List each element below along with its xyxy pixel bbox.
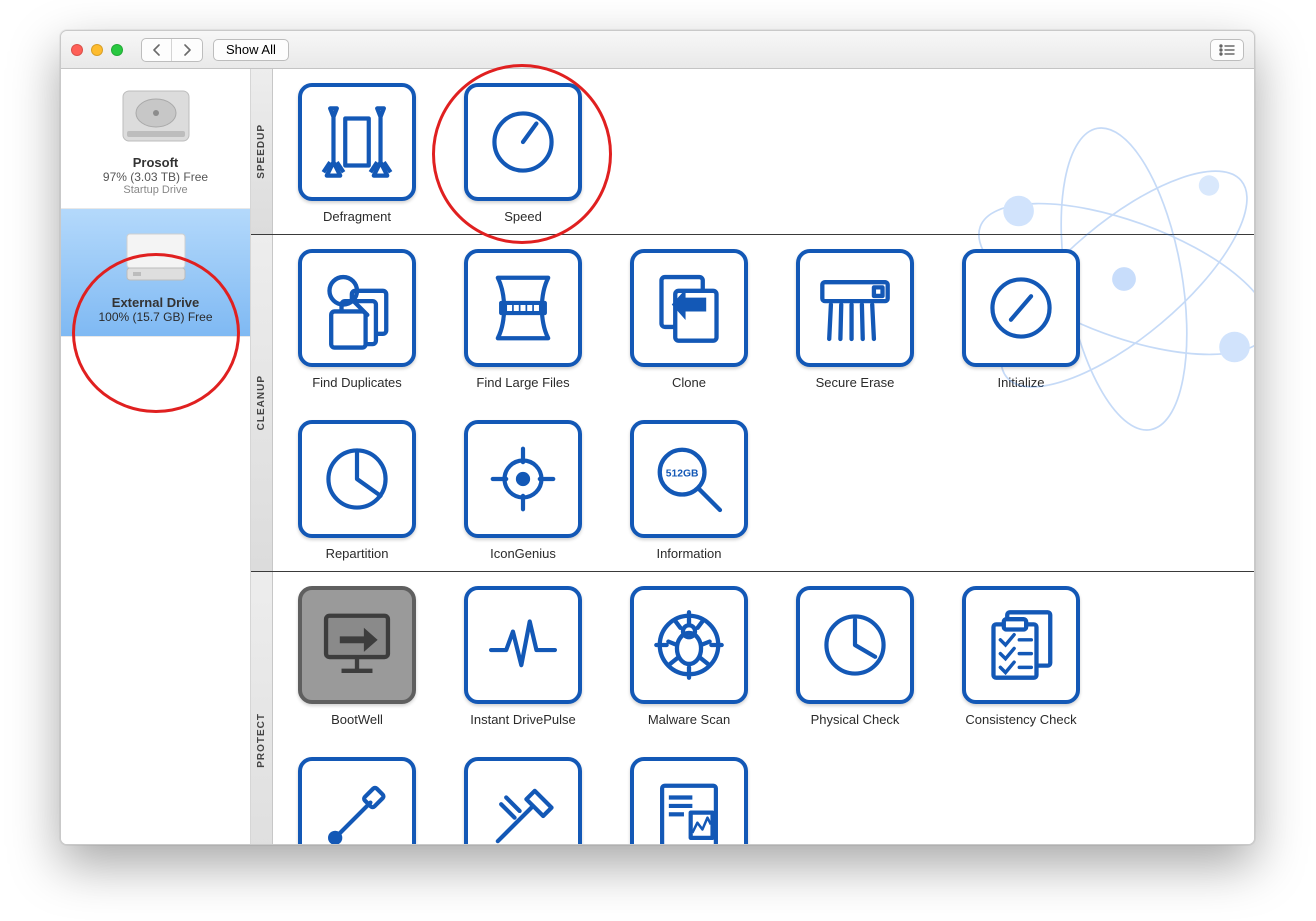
minimize-window-button[interactable] (91, 44, 103, 56)
tool-repair[interactable]: Repair (295, 757, 419, 844)
tool-drivepulse[interactable]: Instant DrivePulse (461, 586, 585, 727)
pulse-icon (464, 586, 582, 704)
tool-cons-check[interactable]: Consistency Check (959, 586, 1083, 727)
report-icon (630, 757, 748, 844)
tool-malware[interactable]: Malware Scan (627, 586, 751, 727)
tool-initialize[interactable]: Initialize (959, 249, 1083, 390)
group-label-speedup: SPEEDUP (251, 69, 273, 234)
tool-grid: BootWell Instant DrivePulse Malware Scan… (273, 572, 1254, 844)
group-label-cleanup: CLEANUP (251, 235, 273, 571)
window-controls (71, 44, 123, 56)
drive-free: 97% (3.03 TB) Free (67, 170, 244, 184)
tool-defragment[interactable]: Defragment (295, 83, 419, 224)
drive-item-external[interactable]: External Drive 100% (15.7 GB) Free (61, 209, 250, 337)
group-label-text: PROTECT (256, 713, 267, 768)
content-area: SPEEDUP Defragment SpeedCLEANUP Find Dup… (251, 69, 1254, 844)
drive-name: Prosoft (67, 155, 244, 170)
checklist-icon (962, 586, 1080, 704)
forward-button[interactable] (172, 39, 202, 61)
list-icon (1219, 44, 1235, 56)
tool-label: Secure Erase (793, 375, 917, 390)
group-label-protect: PROTECT (251, 572, 273, 844)
drive-item-prosoft[interactable]: Prosoft 97% (3.03 TB) Free Startup Drive (61, 69, 250, 209)
toolbar: Show All (61, 31, 1254, 69)
tool-label: Initialize (959, 375, 1083, 390)
tool-label: Clone (627, 375, 751, 390)
group-label-text: SPEEDUP (256, 124, 267, 179)
monitor-icon (298, 586, 416, 704)
tool-extra2[interactable] (627, 757, 751, 844)
tool-label: Information (627, 546, 751, 561)
init-icon (962, 249, 1080, 367)
tool-phys-check[interactable]: Physical Check (793, 586, 917, 727)
drive-sidebar: Prosoft 97% (3.03 TB) Free Startup Drive… (61, 69, 251, 844)
tool-bootwell[interactable]: BootWell (295, 586, 419, 727)
tool-speed[interactable]: Speed (461, 83, 585, 224)
tool-clone[interactable]: Clone (627, 249, 751, 390)
close-window-button[interactable] (71, 44, 83, 56)
tool-information[interactable]: 512GB Information (627, 420, 751, 561)
nav-segmented (141, 38, 203, 62)
pie-icon (298, 420, 416, 538)
tool-grid: Defragment Speed (273, 69, 1254, 234)
drive-free: 100% (15.7 GB) Free (67, 310, 244, 324)
hammer-icon (464, 757, 582, 844)
drive-name: External Drive (67, 295, 244, 310)
tool-icongenius[interactable]: IconGenius (461, 420, 585, 561)
drive-sub: Startup Drive (67, 184, 244, 196)
tool-grid: Find Duplicates Find Large Files Clone (273, 235, 1254, 571)
tool-label: BootWell (295, 712, 419, 727)
corset-icon (464, 249, 582, 367)
group-label-text: CLEANUP (256, 375, 267, 430)
tool-label: Repartition (295, 546, 419, 561)
tool-label: Malware Scan (627, 712, 751, 727)
hdd-icon (116, 85, 196, 149)
tool-find-duplicates[interactable]: Find Duplicates (295, 249, 419, 390)
tool-label: Consistency Check (959, 712, 1083, 727)
tool-extra1[interactable] (461, 757, 585, 844)
sizemag-icon: 512GB (630, 420, 748, 538)
show-all-button[interactable]: Show All (213, 39, 289, 61)
clone-icon (630, 249, 748, 367)
tool-label: IconGenius (461, 546, 585, 561)
group-cleanup: CLEANUP Find Duplicates Find (251, 235, 1254, 572)
group-speedup: SPEEDUP Defragment Speed (251, 69, 1254, 235)
chevron-right-icon (182, 44, 192, 56)
tool-label: Find Large Files (461, 375, 585, 390)
tool-find-large[interactable]: Find Large Files (461, 249, 585, 390)
bug-icon (630, 586, 748, 704)
shred-icon (796, 249, 914, 367)
gauge-icon (464, 83, 582, 201)
rockets-icon (298, 83, 416, 201)
screw-icon (298, 757, 416, 844)
tool-label: Find Duplicates (295, 375, 419, 390)
external-drive-icon (116, 225, 196, 289)
list-view-button[interactable] (1210, 39, 1244, 61)
tool-label: Defragment (295, 209, 419, 224)
clock-icon (796, 586, 914, 704)
tool-repartition[interactable]: Repartition (295, 420, 419, 561)
chevron-left-icon (152, 44, 162, 56)
tool-label: Speed (461, 209, 585, 224)
zoom-window-button[interactable] (111, 44, 123, 56)
tool-label: Instant DrivePulse (461, 712, 585, 727)
back-button[interactable] (142, 39, 172, 61)
app-window: Show All (60, 30, 1255, 845)
svg-text:512GB: 512GB (666, 468, 699, 479)
tool-secure-erase[interactable]: Secure Erase (793, 249, 917, 390)
group-protect: PROTECT BootWell Instant DrivePulse (251, 572, 1254, 844)
dup-icon (298, 249, 416, 367)
target-icon (464, 420, 582, 538)
tool-label: Physical Check (793, 712, 917, 727)
